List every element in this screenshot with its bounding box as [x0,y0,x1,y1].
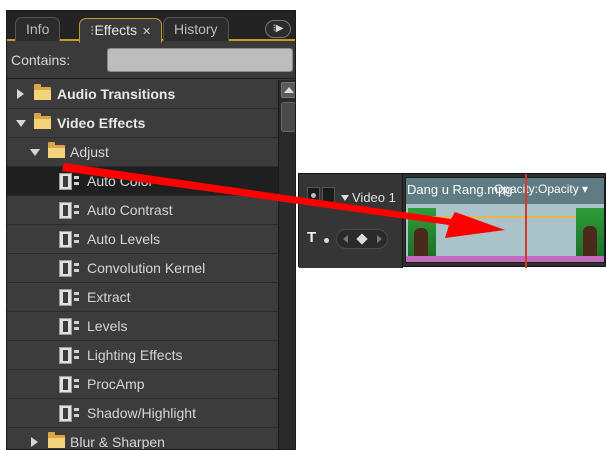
tree-effect-shadow-highlight[interactable]: Shadow/Highlight [7,399,278,428]
scroll-up-arrow-icon[interactable] [281,82,295,98]
tree-label: Video Effects [57,115,146,131]
opacity-rubber-band[interactable] [406,216,604,218]
tree-effect-auto-color[interactable]: Auto Color [7,167,278,196]
tree-label: ProcAmp [87,376,145,392]
tree-label: Blur & Sharpen [70,434,165,450]
tree-label: Convolution Kernel [87,260,206,276]
folder-icon [48,432,65,448]
tree-folder-video-effects[interactable]: Video Effects [7,109,278,138]
playhead[interactable] [525,174,527,268]
collapse-arrow-icon[interactable] [341,195,349,201]
search-row: Contains: [7,43,295,79]
scroll-thumb[interactable] [281,102,295,132]
expand-arrow-icon[interactable] [17,89,24,99]
keyframe-navigator[interactable] [336,229,388,249]
tree-label: Levels [87,318,128,334]
tree-scrollbar[interactable] [278,80,295,449]
contains-label: Contains: [11,52,71,68]
tab-effects[interactable]: ⁝ Effects ✕ [79,18,163,43]
tree-label: Extract [87,289,131,305]
folder-icon [48,142,65,158]
tab-effects-label: Effects [94,22,137,38]
track-name: Video 1 [352,190,396,205]
tree-folder-audio-transitions[interactable]: Audio Transitions [7,80,278,109]
close-icon[interactable]: ✕ [142,26,151,38]
effects-tree: Audio Transitions Video Effects Adjust A… [7,80,278,450]
tree-effect-auto-levels[interactable]: Auto Levels [7,225,278,254]
tree-label: Auto Color [87,173,154,189]
track-header: Video 1 T [299,174,403,268]
grip-icon[interactable]: ⁝ [90,22,95,38]
clip-body[interactable] [406,204,604,262]
video-clip[interactable]: Dang u Rang.mpg Opacity:Opacity ▾ [405,177,605,263]
video-effect-icon [59,260,81,277]
effects-panel: Info ⁝ Effects ✕ History ⁝▶ Contains: Audi… [6,10,296,450]
video-effect-icon [59,289,81,306]
tab-history-label: History [174,21,218,37]
tree-effect-convolution-kernel[interactable]: Convolution Kernel [7,254,278,283]
tree-label: Audio Transitions [57,86,176,102]
next-keyframe-icon[interactable] [377,235,382,243]
tree-effect-procamp[interactable]: ProcAmp [7,370,278,399]
add-keyframe-icon[interactable] [356,233,368,245]
video-effect-icon [59,376,81,393]
panel-menu-icon[interactable]: ⁝▶ [265,20,291,38]
tree-label: Auto Contrast [87,202,173,218]
tree-effect-auto-contrast[interactable]: Auto Contrast [7,196,278,225]
tree-label: Shadow/Highlight [87,405,196,421]
previous-keyframe-icon[interactable] [343,235,348,243]
search-input[interactable] [107,48,293,72]
panel-tab-bar: Info ⁝ Effects ✕ History ⁝▶ [7,11,295,43]
tree-folder-blur-sharpen[interactable]: Blur & Sharpen [7,428,278,450]
tree-folder-adjust[interactable]: Adjust [7,138,278,167]
eye-icon[interactable] [307,187,320,205]
video-effect-icon [59,231,81,248]
folder-icon [34,84,51,100]
video-effect-icon [59,173,81,190]
video-effect-icon [59,318,81,335]
tree-label: Lighting Effects [87,347,183,363]
clip-thumbnail-end [576,208,604,260]
expand-arrow-icon[interactable] [31,437,38,447]
collapse-arrow-icon[interactable] [30,149,40,156]
tree-effect-extract[interactable]: Extract [7,283,278,312]
tree-label: Adjust [70,144,109,160]
folder-icon [34,113,51,129]
tree-effect-levels[interactable]: Levels [7,312,278,341]
clip-bottom-bar [406,256,604,262]
timeline-track: Video 1 T Dang u Rang.mpg Opacity:Opacit… [298,173,606,268]
tab-info-label: Info [26,21,50,37]
video-effect-icon [59,202,81,219]
tree-effect-lighting-effects[interactable]: Lighting Effects [7,341,278,370]
video-effect-icon [59,347,81,364]
keyframe-indicator-icon [324,238,329,243]
clip-header: Dang u Rang.mpg Opacity:Opacity ▾ [406,178,604,204]
tree-label: Auto Levels [87,231,161,247]
tab-info[interactable]: Info [15,17,61,41]
video-effect-icon [59,405,81,422]
lock-icon[interactable] [322,187,335,205]
title-tool-icon[interactable]: T [307,229,316,246]
tab-history[interactable]: History [163,17,229,41]
clip-opacity-menu[interactable]: Opacity:Opacity ▾ [494,182,588,196]
collapse-arrow-icon[interactable] [16,120,26,127]
